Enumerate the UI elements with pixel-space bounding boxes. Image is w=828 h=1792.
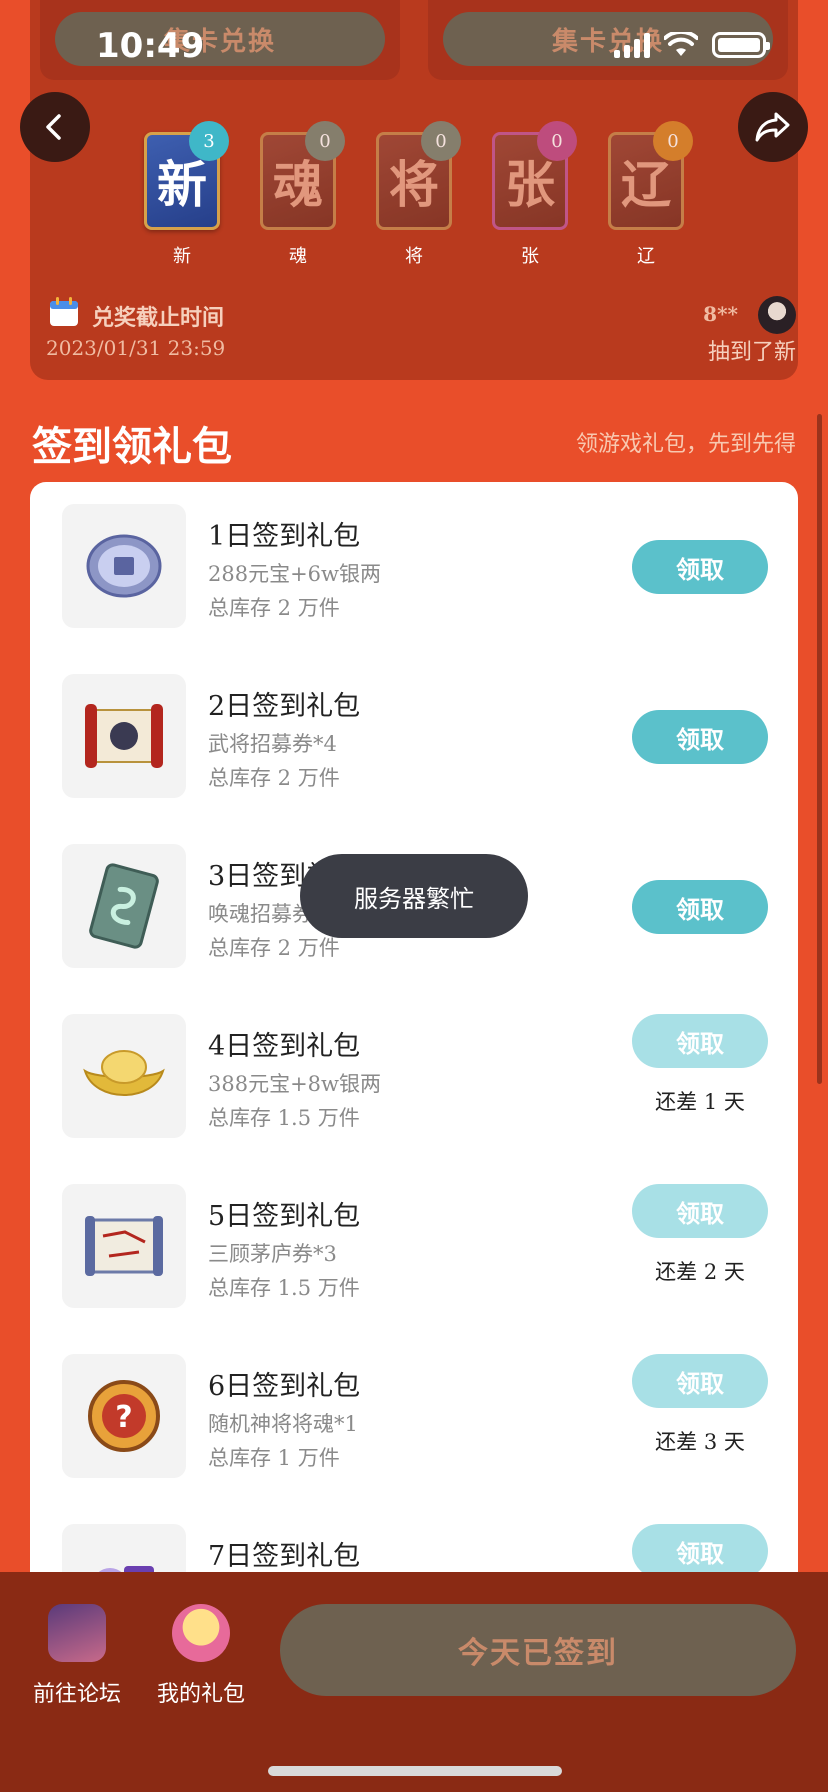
bottom-bar: 前往论坛 我的礼包 今天已签到 bbox=[0, 1572, 828, 1792]
share-button[interactable] bbox=[738, 92, 808, 162]
card-count-badge: 0 bbox=[421, 121, 461, 161]
collect-card-5: 辽 0 辽 bbox=[606, 121, 693, 268]
card-label: 新 bbox=[173, 246, 191, 267]
winner-name: 8** bbox=[703, 302, 738, 326]
gold-ingot-icon bbox=[83, 1050, 165, 1096]
collect-card-1: 新 3 新 bbox=[142, 121, 229, 268]
card-label: 将 bbox=[405, 246, 423, 267]
claim-button[interactable]: 领取 bbox=[632, 1524, 768, 1578]
gift-desc: 随机神将将魂*1 bbox=[208, 1412, 358, 1436]
card-face: 将 0 bbox=[376, 121, 461, 230]
my-gifts-link[interactable]: 我的礼包 bbox=[146, 1604, 256, 1708]
gift-title: 4日签到礼包 bbox=[208, 1031, 361, 1062]
winner-avatar bbox=[758, 296, 796, 334]
share-icon bbox=[755, 112, 790, 142]
gift-row-6: ? 6日签到礼包 随机神将将魂*1 总库存 1 万件 领取 还差 3 天 bbox=[30, 1332, 798, 1502]
deadline-date: 2023/01/31 23:59 bbox=[46, 336, 226, 360]
gift-thumb bbox=[62, 504, 186, 628]
gift-title: 2日签到礼包 bbox=[208, 691, 361, 722]
days-remaining: 还差 2 天 bbox=[655, 1260, 745, 1284]
claim-button[interactable]: 领取 bbox=[632, 880, 768, 934]
gift-title: 1日签到礼包 bbox=[208, 521, 361, 552]
book-icon bbox=[85, 1216, 163, 1276]
gift-desc: 288元宝+6w银两 bbox=[208, 562, 382, 586]
calendar-icon bbox=[50, 297, 78, 326]
gift-stock: 总库存 2 万件 bbox=[208, 596, 340, 620]
card-face: 魂 0 bbox=[260, 121, 345, 230]
card-label: 张 bbox=[521, 246, 539, 267]
card-count-badge: 0 bbox=[305, 121, 345, 161]
chevron-left-icon bbox=[46, 114, 61, 140]
gift-stock: 总库存 1.5 万件 bbox=[208, 1276, 360, 1300]
forum-label: 前往论坛 bbox=[32, 1682, 121, 1707]
gift-thumb: ? bbox=[62, 1354, 186, 1478]
claim-button[interactable]: 领取 bbox=[632, 710, 768, 764]
gift-thumb bbox=[62, 674, 186, 798]
gift-title: 7日签到礼包 bbox=[208, 1541, 361, 1572]
scroll-icon bbox=[85, 704, 163, 768]
gift-stock: 总库存 2 万件 bbox=[208, 766, 340, 790]
gift-row-5: 5日签到礼包 三顾茅庐券*3 总库存 1.5 万件 领取 还差 2 天 bbox=[30, 1162, 798, 1332]
scrollbar[interactable] bbox=[817, 414, 822, 1084]
claim-button[interactable]: 领取 bbox=[632, 1014, 768, 1068]
gift-desc: 三顾茅庐券*3 bbox=[208, 1242, 337, 1266]
claim-button[interactable]: 领取 bbox=[632, 1354, 768, 1408]
collect-card-3: 将 0 将 bbox=[374, 121, 461, 268]
forum-icon bbox=[48, 1604, 106, 1662]
signal-icon bbox=[614, 32, 650, 58]
collect-card-4: 张 0 张 bbox=[490, 121, 577, 268]
exchange-tile-left: 集卡兑换 bbox=[40, 0, 400, 80]
days-remaining: 还差 3 天 bbox=[655, 1430, 745, 1454]
gift-stock: 总库存 1 万件 bbox=[208, 1446, 340, 1470]
card-count-badge: 3 bbox=[189, 121, 229, 161]
section-title: 签到领礼包 bbox=[32, 424, 232, 470]
gift-row-1: 1日签到礼包 288元宝+6w银两 总库存 2 万件 领取 bbox=[30, 482, 798, 652]
card-label: 辽 bbox=[637, 246, 655, 267]
gift-thumb bbox=[62, 1184, 186, 1308]
card-label: 魂 bbox=[289, 246, 307, 267]
coin-icon bbox=[86, 534, 162, 598]
card-count-badge: 0 bbox=[537, 121, 577, 161]
collect-card-2: 魂 0 魂 bbox=[258, 121, 345, 268]
checkin-button[interactable]: 今天已签到 bbox=[280, 1604, 796, 1696]
card-face: 辽 0 bbox=[608, 121, 693, 230]
status-time: 10:49 bbox=[96, 26, 205, 66]
gift-desc: 武将招募券*4 bbox=[208, 732, 337, 756]
toast-message: 服务器繁忙 bbox=[300, 854, 528, 938]
claim-button[interactable]: 领取 bbox=[632, 1184, 768, 1238]
gift-stock: 总库存 1.5 万件 bbox=[208, 1106, 360, 1130]
gift-desc: 388元宝+8w银两 bbox=[208, 1072, 382, 1096]
gift-row-4: 4日签到礼包 388元宝+8w银两 总库存 1.5 万件 领取 还差 1 天 bbox=[30, 992, 798, 1162]
back-button[interactable] bbox=[20, 92, 90, 162]
gift-row-2: 2日签到礼包 武将招募券*4 总库存 2 万件 领取 bbox=[30, 652, 798, 822]
battery-icon bbox=[712, 32, 770, 58]
gift-avatar-icon bbox=[172, 1604, 230, 1662]
gift-title: 6日签到礼包 bbox=[208, 1371, 361, 1402]
section-subtitle: 领游戏礼包，先到先得 bbox=[575, 432, 796, 457]
card-count-badge: 0 bbox=[653, 121, 693, 161]
claim-button[interactable]: 领取 bbox=[632, 540, 768, 594]
gift-title: 5日签到礼包 bbox=[208, 1201, 361, 1232]
gift-thumb bbox=[62, 844, 186, 968]
mystery-orb-icon: ? bbox=[88, 1380, 160, 1452]
card-ticket-icon bbox=[89, 863, 159, 949]
days-remaining: 还差 1 天 bbox=[655, 1090, 745, 1114]
my-gifts-label: 我的礼包 bbox=[156, 1682, 245, 1707]
wifi-icon bbox=[664, 32, 698, 56]
deadline-label: 兑奖截止时间 bbox=[92, 306, 225, 331]
svg-text:?: ? bbox=[115, 1400, 132, 1435]
gift-list: 1日签到礼包 288元宝+6w银两 总库存 2 万件 领取 2日签到礼包 武将招… bbox=[30, 482, 798, 1602]
gift-thumb bbox=[62, 1014, 186, 1138]
card-face: 张 0 bbox=[492, 121, 577, 230]
status-icons bbox=[614, 32, 770, 58]
home-indicator bbox=[268, 1766, 562, 1776]
winner-text: 抽到了新 bbox=[707, 340, 796, 365]
forum-link[interactable]: 前往论坛 bbox=[22, 1604, 132, 1708]
card-face: 新 3 bbox=[144, 121, 229, 230]
gift-stock: 总库存 2 万件 bbox=[208, 936, 340, 960]
